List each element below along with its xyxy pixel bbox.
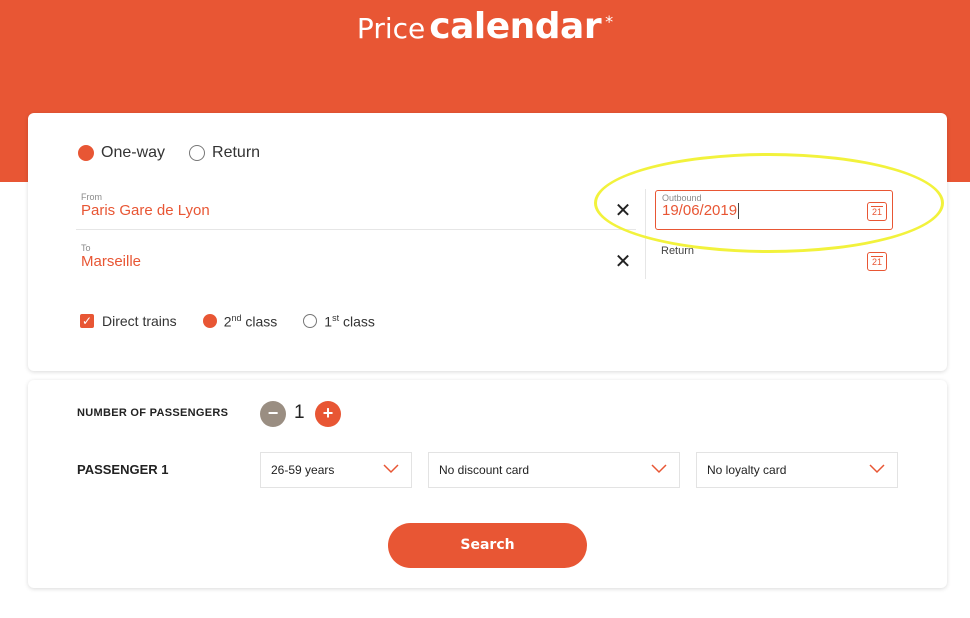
chevron-down-icon xyxy=(383,464,399,474)
increase-passengers-button[interactable]: + xyxy=(315,401,341,427)
direct-trains-option[interactable]: ✓ Direct trains xyxy=(80,313,177,329)
age-select-value: 26-59 years xyxy=(271,463,335,477)
return-calendar-icon[interactable]: 21 xyxy=(867,252,887,271)
clear-from-icon[interactable]: ✕ xyxy=(614,201,632,221)
second-class-option[interactable]: 2nd class xyxy=(202,313,278,330)
search-button[interactable]: Search xyxy=(388,523,587,568)
direct-trains-label: Direct trains xyxy=(102,313,177,330)
passengers-card: NUMBER OF PASSENGERS − 1 + PASSENGER 1 2… xyxy=(28,380,947,588)
outbound-date-field[interactable]: Outbound 19/06/2019 21 xyxy=(655,190,893,230)
first-class-label: 1st class xyxy=(324,313,375,330)
return-option[interactable]: Return xyxy=(189,144,260,162)
one-way-radio[interactable] xyxy=(78,145,94,161)
one-way-label: One-way xyxy=(101,144,166,161)
loyalty-card-value: No loyalty card xyxy=(707,463,787,477)
discount-card-value: No discount card xyxy=(439,463,530,477)
clear-to-icon[interactable]: ✕ xyxy=(614,252,632,272)
first-class-radio[interactable] xyxy=(303,314,318,329)
second-class-radio[interactable] xyxy=(202,314,217,329)
return-radio[interactable] xyxy=(189,145,206,161)
title-light: Price xyxy=(356,12,426,45)
decrease-passengers-button[interactable]: − xyxy=(260,401,286,427)
chevron-down-icon xyxy=(869,464,885,474)
return-label: Return xyxy=(212,144,261,161)
discount-card-select[interactable]: No discount card xyxy=(428,452,680,488)
second-class-label: 2nd class xyxy=(223,313,278,330)
age-select[interactable]: 26-59 years xyxy=(260,452,412,488)
to-value: Marseille xyxy=(81,253,142,270)
trip-type-group: One-way Return xyxy=(78,144,284,162)
title-asterisk: * xyxy=(605,12,614,31)
page-title: Price calendar * xyxy=(0,6,970,47)
direct-trains-checkbox[interactable]: ✓ xyxy=(80,314,94,329)
passenger-1-label: PASSENGER 1 xyxy=(77,462,169,477)
chevron-down-icon xyxy=(651,464,667,474)
outbound-value: 19/06/2019 xyxy=(662,202,740,220)
to-label: To xyxy=(81,243,91,253)
from-value: Paris Gare de Lyon xyxy=(81,202,210,219)
title-bold: calendar xyxy=(429,6,602,47)
return-date-label: Return xyxy=(661,245,695,257)
text-cursor xyxy=(738,203,740,220)
field-divider xyxy=(645,189,646,279)
passenger-count-value: 1 xyxy=(294,402,305,423)
return-date-field[interactable]: Return 21 xyxy=(655,241,893,281)
to-field[interactable]: To Marseille ✕ xyxy=(76,241,636,281)
one-way-option[interactable]: One-way xyxy=(78,144,165,162)
passenger-count-label: NUMBER OF PASSENGERS xyxy=(77,407,229,419)
from-field[interactable]: From Paris Gare de Lyon ✕ xyxy=(76,190,636,230)
travel-options: ✓ Direct trains 2nd class 1st class xyxy=(80,313,401,330)
search-form-card: One-way Return From Paris Gare de Lyon ✕… xyxy=(28,113,947,371)
first-class-option[interactable]: 1st class xyxy=(303,313,375,330)
outbound-calendar-icon[interactable]: 21 xyxy=(867,202,887,221)
from-label: From xyxy=(81,192,102,202)
loyalty-card-select[interactable]: No loyalty card xyxy=(696,452,898,488)
